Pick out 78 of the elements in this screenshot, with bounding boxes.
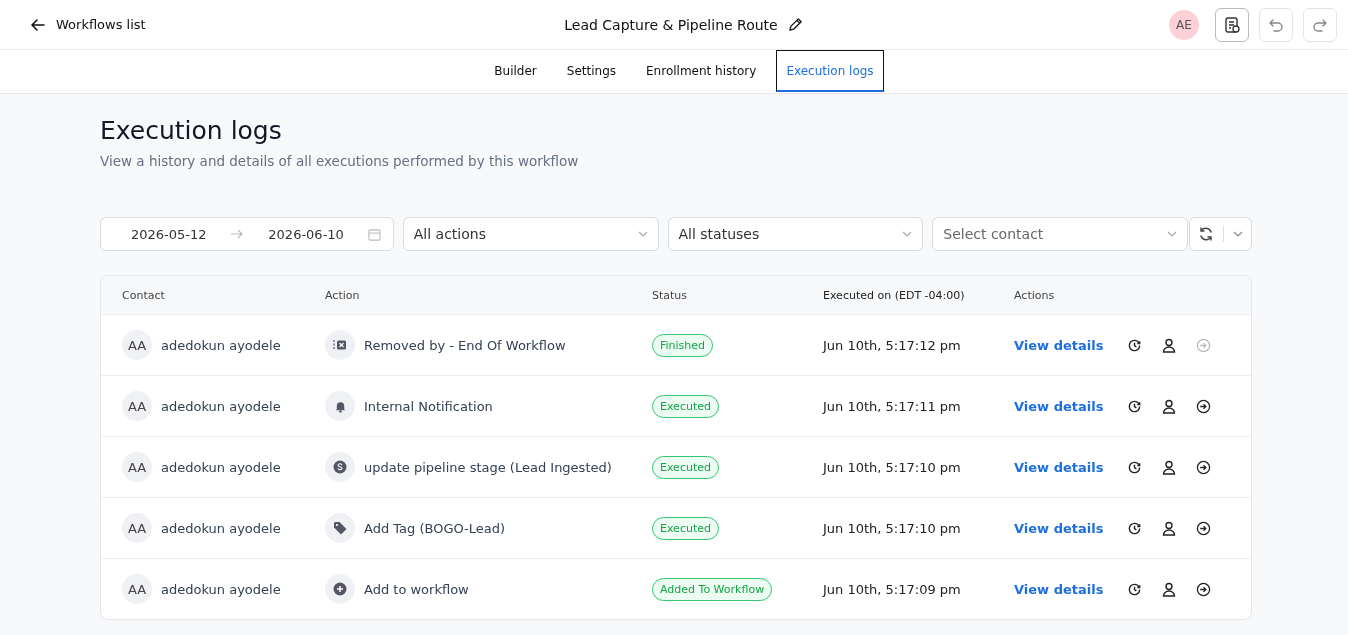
execution-time: Jun 10th, 5:17:10 pm bbox=[823, 459, 961, 475]
page-subtitle: View a history and details of all executions performed by this workflow bbox=[100, 153, 580, 169]
view-details-link[interactable]: View details bbox=[1014, 337, 1104, 353]
status-badge: Finished bbox=[652, 333, 714, 357]
tab[interactable]: Builder bbox=[484, 50, 547, 92]
history-icon[interactable] bbox=[1127, 520, 1143, 536]
back-link[interactable]: Workflows list bbox=[30, 16, 450, 33]
document-icon bbox=[1223, 15, 1241, 34]
refresh-icon bbox=[1198, 226, 1215, 242]
status-badge: Executed bbox=[652, 516, 719, 540]
execution-time: Jun 10th, 5:17:11 pm bbox=[823, 398, 961, 414]
contact-avatar: AA bbox=[122, 513, 152, 543]
status-dropdown[interactable]: All statuses bbox=[667, 217, 924, 251]
pencil-icon[interactable] bbox=[787, 17, 803, 32]
history-icon[interactable] bbox=[1127, 398, 1143, 414]
action-name: update pipeline stage (Lead Ingested) bbox=[364, 459, 612, 475]
contact-name: adedokun ayodele bbox=[161, 337, 281, 353]
person-icon[interactable] bbox=[1162, 337, 1177, 353]
view-details-link[interactable]: View details bbox=[1014, 520, 1104, 536]
tab[interactable]: Settings bbox=[556, 50, 627, 92]
execution-time: Jun 10th, 5:17:09 pm bbox=[823, 581, 961, 597]
plus-circle-icon bbox=[333, 582, 347, 596]
document-icon-button[interactable] bbox=[1215, 7, 1249, 42]
user-avatar[interactable]: AE bbox=[1169, 9, 1199, 40]
contact-avatar: AA bbox=[122, 391, 152, 421]
history-icon[interactable] bbox=[1127, 337, 1143, 353]
column-header: Actions bbox=[1014, 288, 1056, 302]
action-name: Internal Notification bbox=[364, 398, 493, 414]
tag-icon bbox=[333, 521, 347, 535]
column-header: Action bbox=[325, 288, 361, 302]
status-badge: Executed bbox=[652, 394, 719, 418]
date-range-field[interactable]: 2026-05-12 2026-06-10 bbox=[100, 217, 394, 251]
contact-avatar: AA bbox=[122, 330, 152, 360]
exit-icon[interactable] bbox=[1196, 459, 1212, 475]
person-icon[interactable] bbox=[1162, 581, 1177, 597]
chevron-down-icon bbox=[1167, 231, 1178, 237]
tab[interactable]: Enrollment history bbox=[636, 50, 767, 92]
person-icon[interactable] bbox=[1162, 398, 1177, 414]
refresh-split-button[interactable] bbox=[1189, 217, 1252, 251]
page-title: Execution logs bbox=[100, 116, 283, 145]
chevron-down-icon bbox=[1232, 231, 1243, 237]
column-header: Status bbox=[652, 288, 689, 302]
action-name: Removed by - End Of Workflow bbox=[364, 337, 566, 353]
chevron-down-icon bbox=[902, 231, 913, 237]
column-header: Contact bbox=[122, 288, 166, 302]
contact-name: adedokun ayodele bbox=[161, 459, 281, 475]
status-badge: Added To Workflow bbox=[652, 577, 773, 601]
exit-icon[interactable] bbox=[1196, 520, 1212, 536]
back-arrow-icon bbox=[30, 16, 46, 33]
contact-name: adedokun ayodele bbox=[161, 581, 281, 597]
view-details-link[interactable]: View details bbox=[1014, 581, 1104, 597]
contact-name: adedokun ayodele bbox=[161, 398, 281, 414]
action-name: Add to workflow bbox=[364, 581, 469, 597]
contact-avatar: AA bbox=[122, 452, 152, 482]
calendar-icon bbox=[367, 227, 381, 241]
workflow-title: Lead Capture & Pipeline Route bbox=[564, 16, 778, 33]
chevron-down-icon bbox=[637, 231, 648, 237]
action-name: Add Tag (BOGO-Lead) bbox=[364, 520, 506, 536]
person-icon[interactable] bbox=[1162, 459, 1177, 475]
person-icon[interactable] bbox=[1162, 520, 1177, 536]
view-details-link[interactable]: View details bbox=[1014, 459, 1104, 475]
arrow-icon bbox=[230, 229, 245, 239]
action-dropdown[interactable]: All actions bbox=[402, 217, 659, 251]
column-header: Executed on (EDT -04:00) bbox=[823, 288, 966, 302]
history-icon[interactable] bbox=[1127, 581, 1143, 597]
execution-time: Jun 10th, 5:17:12 pm bbox=[823, 337, 961, 353]
exit-icon[interactable] bbox=[1196, 581, 1212, 597]
tab[interactable]: Execution logs bbox=[776, 50, 884, 92]
history-icon[interactable] bbox=[1127, 459, 1143, 475]
execution-time: Jun 10th, 5:17:10 pm bbox=[823, 520, 961, 536]
contact-dropdown[interactable]: Select contact bbox=[932, 217, 1189, 251]
status-badge: Executed bbox=[652, 455, 719, 479]
contact-name: adedokun ayodele bbox=[161, 520, 281, 536]
remove-icon bbox=[333, 339, 347, 351]
view-details-link[interactable]: View details bbox=[1014, 398, 1104, 414]
exit-icon[interactable] bbox=[1196, 398, 1212, 414]
contact-avatar: AA bbox=[122, 574, 152, 604]
dollar-icon bbox=[333, 460, 347, 474]
